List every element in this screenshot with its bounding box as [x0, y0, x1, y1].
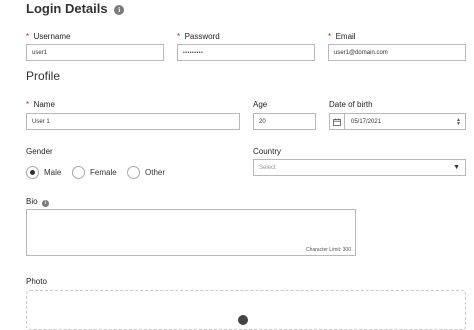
username-label: * Username — [26, 32, 70, 41]
username-value: user1 — [32, 49, 48, 56]
bio-label-text: Bio — [26, 197, 38, 206]
username-field[interactable]: user1 — [26, 44, 164, 61]
password-label: * Password — [177, 32, 220, 41]
country-label: Country — [253, 147, 282, 156]
info-icon[interactable]: i — [41, 200, 49, 207]
bio-label: Bio i — [26, 197, 49, 207]
bio-textarea[interactable]: Character Limit: 300 — [26, 209, 356, 256]
upload-icon[interactable] — [238, 315, 248, 325]
password-value: ••••••••• — [183, 49, 204, 56]
name-label-text: Name — [33, 100, 55, 109]
name-value: User 1 — [32, 118, 50, 125]
country-placeholder: Select — [259, 164, 276, 171]
age-value: 20 — [259, 118, 266, 125]
profile-heading: Profile — [26, 69, 61, 83]
dob-label: Date of birth — [329, 100, 373, 109]
password-label-text: Password — [184, 32, 220, 41]
country-select[interactable]: Select ▼ — [253, 159, 466, 176]
calendar-icon[interactable] — [330, 114, 345, 129]
login-details-heading-text: Login Details — [26, 1, 108, 16]
info-icon[interactable]: i — [114, 5, 125, 15]
email-label: * Email — [328, 32, 356, 41]
dob-field[interactable]: 05/17/2021 ▲ ▼ — [329, 113, 466, 130]
required-asterisk: * — [26, 100, 30, 109]
photo-dropzone[interactable] — [26, 290, 466, 330]
login-details-heading: Login Details i — [26, 1, 125, 16]
age-label: Age — [253, 100, 268, 109]
dob-value: 05/17/2021 — [351, 118, 382, 125]
required-asterisk: * — [26, 32, 30, 41]
gender-radio-other[interactable] — [127, 166, 140, 179]
username-label-text: Username — [33, 32, 71, 41]
spinner-icon[interactable]: ▲ ▼ — [456, 117, 465, 126]
required-asterisk: * — [328, 32, 332, 41]
bio-char-limit: Character Limit: 300 — [305, 247, 351, 253]
gender-option-female: Female — [90, 168, 117, 177]
name-field[interactable]: User 1 — [26, 113, 240, 130]
email-value: user1@domain.com — [334, 49, 388, 56]
gender-radio-female[interactable] — [72, 166, 85, 179]
required-asterisk: * — [177, 32, 181, 41]
gender-radio-male[interactable] — [26, 166, 39, 179]
caret-down-icon: ▼ — [453, 164, 460, 171]
age-field[interactable]: 20 — [253, 113, 316, 130]
password-field[interactable]: ••••••••• — [177, 44, 315, 61]
gender-label: Gender — [26, 147, 53, 156]
gender-option-male: Male — [44, 168, 62, 177]
name-label: * Name — [26, 100, 55, 109]
photo-label: Photo — [26, 277, 47, 286]
gender-option-other: Other — [145, 168, 166, 177]
email-field[interactable]: user1@domain.com — [328, 44, 466, 61]
email-label-text: Email — [335, 32, 356, 41]
